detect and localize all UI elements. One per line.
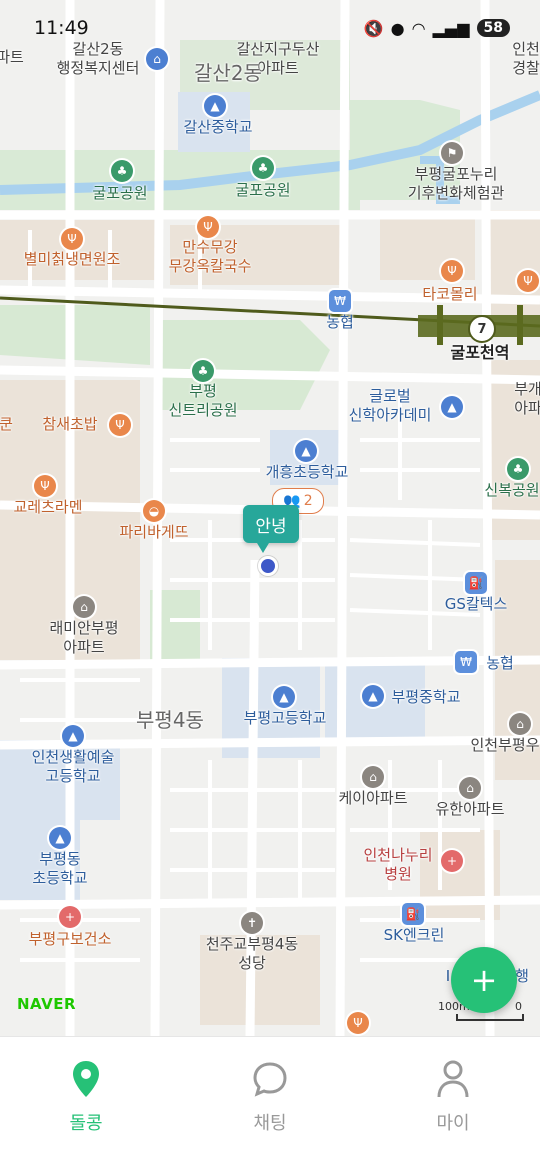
status-icons: 🔇 ● ◠ ▂▄▆ 58: [364, 19, 510, 38]
hospital-icon: +: [441, 850, 463, 872]
map-label: 쿤: [0, 415, 13, 433]
scale-bar: [456, 1014, 524, 1021]
bank-icon: ₩: [455, 651, 477, 673]
bank-icon: ₩: [329, 290, 351, 312]
map-label: 행: [515, 967, 529, 985]
map-label: 굴포공원: [235, 181, 291, 199]
map-label: 만수무강 무강옥칼국수: [168, 238, 252, 275]
apartment-icon: ⌂: [362, 766, 384, 788]
map-label: 인천부평우: [470, 736, 540, 754]
tab-chat[interactable]: 채팅: [210, 1057, 330, 1135]
gas-station-icon: ⛽: [465, 572, 487, 594]
map-label: 부평동 초등학교: [32, 850, 88, 887]
battery-indicator: 58: [476, 19, 510, 37]
bottom-tab-bar: 돌콩 채팅 마이: [0, 1036, 540, 1171]
station-label: 굴포천역: [450, 343, 510, 362]
group-count: 2: [303, 493, 313, 509]
wifi-icon: ◠: [411, 18, 426, 38]
restaurant-icon: Ψ: [109, 414, 131, 436]
map-label: 개흥초등학교: [265, 463, 349, 481]
map-label: 교레츠라멘: [13, 498, 83, 516]
tab-my[interactable]: 마이: [393, 1057, 513, 1135]
mute-icon: 🔇: [363, 18, 384, 38]
park-icon: ♣: [111, 160, 133, 182]
map-label: 농협: [326, 313, 354, 331]
map-label: 부개 아파: [514, 380, 540, 417]
chat-bubble-icon: [210, 1057, 330, 1101]
map-label: 부평고등학교: [243, 709, 327, 727]
tab-label: 돌콩: [69, 1113, 103, 1134]
subway-line-badge: 7: [468, 315, 496, 343]
park-icon: ♣: [507, 458, 529, 480]
user-message-pin[interactable]: 안녕: [243, 505, 299, 553]
person-icon: [393, 1057, 513, 1101]
map-label: 참새초밥: [42, 415, 98, 433]
map-label: 부평 신트리공원: [168, 382, 238, 419]
map-label: 부평구보건소: [28, 930, 112, 948]
restaurant-icon: Ψ: [347, 1012, 369, 1034]
map-label: 부평중학교: [391, 688, 461, 706]
school-icon: ▲: [441, 396, 463, 418]
signal-icon: ▂▄▆: [432, 18, 470, 38]
map-label: 신복공원: [484, 481, 540, 499]
map-label: 유한아파트: [435, 800, 505, 818]
restaurant-icon: Ψ: [197, 216, 219, 238]
school-icon: ▲: [62, 725, 84, 747]
current-location-dot: [258, 556, 278, 576]
tab-label: 마이: [436, 1113, 470, 1134]
restaurant-icon: Ψ: [441, 260, 463, 282]
apartment-icon: ⌂: [459, 777, 481, 799]
apartment-icon: ⌂: [509, 713, 531, 735]
school-icon: ▲: [295, 440, 317, 462]
map-label: 인천나누리 병원: [363, 846, 433, 883]
map-label: 글로벌 신학아카데미: [348, 387, 432, 424]
gas-station-icon: ⛽: [402, 903, 424, 925]
school-icon: ▲: [273, 686, 295, 708]
map-label: SK엔크린: [383, 926, 445, 944]
map-label: 인천생활예술 고등학교: [31, 748, 115, 785]
status-time: 11:49: [34, 17, 89, 39]
map-label: 타코몰리: [422, 285, 478, 303]
map-label: 갈산중학교: [183, 118, 253, 136]
map-label: 래미안부평 아파트: [49, 619, 119, 656]
map-label: 농협: [486, 654, 514, 672]
school-icon: ▲: [362, 685, 384, 707]
scale-label-right: 0: [515, 1000, 522, 1013]
map-label: 파리바게뜨: [119, 523, 189, 541]
park-icon: ♣: [192, 360, 214, 382]
map-label: I: [445, 967, 451, 985]
apartment-icon: ⌂: [73, 596, 95, 618]
restaurant-icon: Ψ: [61, 228, 83, 250]
map-label: GS칼텍스: [444, 595, 508, 613]
school-icon: ▲: [204, 95, 226, 117]
location-icon: ●: [390, 18, 405, 38]
flag-icon: ⚑: [441, 142, 463, 164]
plus-icon: +: [470, 961, 498, 999]
area-label: 부평4동: [136, 708, 204, 732]
map-label: 천주교부평4동 성당: [205, 935, 299, 972]
location-pin-icon: [26, 1057, 146, 1101]
map-label: 부평굴포누리 기후변화체험관: [407, 165, 505, 202]
tab-label: 채팅: [253, 1113, 287, 1134]
map-label: 케이아파트: [338, 789, 408, 807]
restaurant-icon: Ψ: [517, 270, 539, 292]
church-icon: ✝: [241, 912, 263, 934]
tab-dolkong[interactable]: 돌콩: [26, 1057, 146, 1135]
bakery-icon: ◒: [143, 500, 165, 522]
add-button[interactable]: +: [451, 947, 517, 1013]
area-label: 갈산2동: [194, 61, 262, 85]
restaurant-icon: Ψ: [34, 475, 56, 497]
health-center-icon: +: [59, 906, 81, 928]
map-view[interactable]: 파트 갈산2동 행정복지센터 ⌂ 갈산지구두산 아파트 인천 경찰 갈산2동 ▲…: [0, 0, 540, 1036]
map-label: 굴포공원: [92, 184, 148, 202]
park-icon: ♣: [252, 157, 274, 179]
status-bar: 11:49 🔇 ● ◠ ▂▄▆ 58: [0, 0, 540, 56]
school-icon: ▲: [49, 827, 71, 849]
map-label: 별미칡냉면원조: [23, 250, 121, 268]
naver-logo: NAVER: [17, 995, 77, 1013]
